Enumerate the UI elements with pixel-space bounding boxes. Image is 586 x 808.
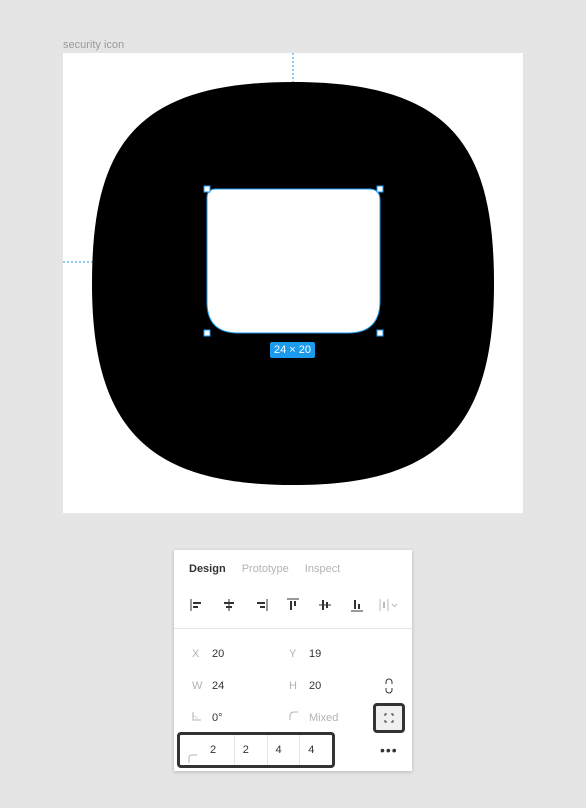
radius-bottom-left-value[interactable]: 4 [308,744,314,756]
size-badge: 24 × 20 [270,342,316,358]
resize-handle-top-left [203,185,211,193]
align-top-icon[interactable] [284,596,302,614]
h-label: H [289,680,297,692]
corner-radius-icon [289,709,309,727]
align-vertical-center-icon[interactable] [316,596,334,614]
rotation-value[interactable]: 0° [212,712,223,724]
panel-tabs: Design Prototype Inspect [189,563,340,575]
radius-top-left-value[interactable]: 2 [210,744,216,756]
h-value[interactable]: 20 [309,680,321,692]
x-label: X [192,648,200,660]
width-field[interactable]: W 24 [192,677,224,695]
corner-radius-value[interactable]: Mixed [309,712,338,724]
radius-top-right-value[interactable]: 2 [243,744,249,756]
w-value[interactable]: 24 [212,680,224,692]
radius-bottom-right[interactable]: 4 [268,735,301,765]
distribute-icon[interactable] [378,596,402,614]
tab-prototype[interactable]: Prototype [242,563,289,575]
align-bottom-icon[interactable] [348,596,366,614]
artboard[interactable]: 24 × 20 [63,53,523,513]
align-left-icon[interactable] [188,596,206,614]
alignment-toolbar [188,596,400,614]
y-value[interactable]: 19 [309,648,321,660]
more-options-icon[interactable]: ••• [380,742,398,758]
rotation-icon [192,709,212,727]
tab-design[interactable]: Design [189,563,226,575]
constrain-proportions-icon[interactable] [383,678,395,699]
individual-radius-inputs: 2 2 4 4 [177,732,335,768]
design-panel: Design Prototype Inspect X 20 Y 19 W 24 … [174,550,412,771]
resize-handle-bottom-left [203,329,211,337]
height-field[interactable]: H 20 [289,677,321,695]
x-field[interactable]: X 20 [192,645,224,663]
y-label: Y [289,648,297,660]
frame-label[interactable]: security icon [63,39,124,51]
independent-corners-button[interactable] [373,703,405,733]
tab-inspect[interactable]: Inspect [305,563,340,575]
x-value[interactable]: 20 [212,648,224,660]
selected-rectangle [206,188,381,334]
y-field[interactable]: Y 19 [289,645,321,663]
canvas-artwork [63,53,494,485]
radius-bottom-right-value[interactable]: 4 [276,744,282,756]
align-horizontal-center-icon[interactable] [220,596,238,614]
corner-icon [188,745,197,775]
resize-handle-top-right [376,185,384,193]
corner-radius-field[interactable]: Mixed [289,709,338,727]
align-right-icon[interactable] [252,596,270,614]
section-divider [174,628,412,629]
radius-bottom-left[interactable]: 4 [300,735,332,765]
radius-top-right[interactable]: 2 [235,735,268,765]
rotation-field[interactable]: 0° [192,709,223,727]
resize-handle-bottom-right [376,329,384,337]
independent-corners-icon [384,713,394,723]
radius-top-left[interactable]: 2 [180,735,235,765]
w-label: W [192,680,203,692]
